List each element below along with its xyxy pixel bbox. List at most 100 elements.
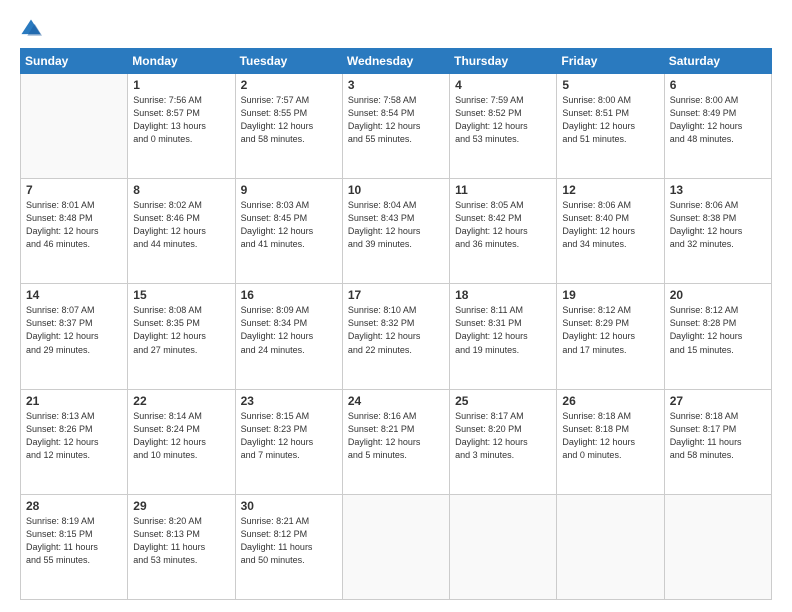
day-info: Sunrise: 8:00 AMSunset: 8:51 PMDaylight:…	[562, 94, 658, 146]
calendar-cell: 14Sunrise: 8:07 AMSunset: 8:37 PMDayligh…	[21, 284, 128, 389]
day-number: 20	[670, 288, 766, 302]
day-info: Sunrise: 8:08 AMSunset: 8:35 PMDaylight:…	[133, 304, 229, 356]
calendar-week-5: 28 Sunrise: 8:19 AMSunset: 8:15 PMDayligh…	[21, 494, 772, 599]
day-number: 6	[670, 78, 766, 92]
day-number: 19	[562, 288, 658, 302]
day-info: Sunrise: 8:18 AMSunset: 8:17 PMDaylight:…	[670, 410, 766, 462]
day-number: 10	[348, 183, 444, 197]
calendar-cell: 12Sunrise: 8:06 AMSunset: 8:40 PMDayligh…	[557, 179, 664, 284]
calendar-cell	[557, 494, 664, 599]
day-info: Sunrise: 8:12 AMSunset: 8:28 PMDaylight:…	[670, 304, 766, 356]
calendar-cell: 25 Sunrise: 8:17 AMSunset: 8:20 PMDayligh…	[450, 389, 557, 494]
day-info: Sunrise: 8:19 AMSunset: 8:15 PMDaylight:…	[26, 515, 122, 567]
weekday-header-thursday: Thursday	[450, 49, 557, 74]
day-number: 15	[133, 288, 229, 302]
day-number: 5	[562, 78, 658, 92]
day-info: Sunrise: 8:02 AMSunset: 8:46 PMDaylight:…	[133, 199, 229, 251]
calendar-cell: 1 Sunrise: 7:56 AMSunset: 8:57 PMDaylight…	[128, 74, 235, 179]
day-info: Sunrise: 8:04 AMSunset: 8:43 PMDaylight:…	[348, 199, 444, 251]
day-number: 3	[348, 78, 444, 92]
day-number: 26	[562, 394, 658, 408]
day-number: 12	[562, 183, 658, 197]
day-number: 30	[241, 499, 337, 513]
calendar-cell: 24 Sunrise: 8:16 AMSunset: 8:21 PMDayligh…	[342, 389, 449, 494]
calendar-table: SundayMondayTuesdayWednesdayThursdayFrid…	[20, 48, 772, 600]
day-number: 13	[670, 183, 766, 197]
day-info: Sunrise: 8:21 AMSunset: 8:12 PMDaylight:…	[241, 515, 337, 567]
day-number: 28	[26, 499, 122, 513]
calendar-cell: 19 Sunrise: 8:12 AMSunset: 8:29 PMDayligh…	[557, 284, 664, 389]
day-info: Sunrise: 7:59 AMSunset: 8:52 PMDaylight:…	[455, 94, 551, 146]
weekday-header-monday: Monday	[128, 49, 235, 74]
day-info: Sunrise: 8:12 AMSunset: 8:29 PMDaylight:…	[562, 304, 658, 356]
calendar-cell: 30 Sunrise: 8:21 AMSunset: 8:12 PMDayligh…	[235, 494, 342, 599]
calendar-cell	[342, 494, 449, 599]
weekday-header-wednesday: Wednesday	[342, 49, 449, 74]
day-number: 11	[455, 183, 551, 197]
day-number: 25	[455, 394, 551, 408]
day-number: 4	[455, 78, 551, 92]
day-number: 18	[455, 288, 551, 302]
day-number: 22	[133, 394, 229, 408]
calendar-cell: 22 Sunrise: 8:14 AMSunset: 8:24 PMDayligh…	[128, 389, 235, 494]
day-number: 2	[241, 78, 337, 92]
weekday-header-friday: Friday	[557, 49, 664, 74]
calendar-cell: 3 Sunrise: 7:58 AMSunset: 8:54 PMDaylight…	[342, 74, 449, 179]
calendar-cell: 5 Sunrise: 8:00 AMSunset: 8:51 PMDaylight…	[557, 74, 664, 179]
day-number: 17	[348, 288, 444, 302]
calendar-cell: 13 Sunrise: 8:06 AMSunset: 8:38 PMDayligh…	[664, 179, 771, 284]
day-info: Sunrise: 8:17 AMSunset: 8:20 PMDaylight:…	[455, 410, 551, 462]
day-number: 14	[26, 288, 122, 302]
calendar-cell: 18Sunrise: 8:11 AMSunset: 8:31 PMDayligh…	[450, 284, 557, 389]
calendar-cell: 10 Sunrise: 8:04 AMSunset: 8:43 PMDayligh…	[342, 179, 449, 284]
day-info: Sunrise: 7:58 AMSunset: 8:54 PMDaylight:…	[348, 94, 444, 146]
calendar-cell: 11 Sunrise: 8:05 AMSunset: 8:42 PMDayligh…	[450, 179, 557, 284]
calendar-week-1: 1 Sunrise: 7:56 AMSunset: 8:57 PMDaylight…	[21, 74, 772, 179]
calendar-week-2: 7Sunrise: 8:01 AMSunset: 8:48 PMDaylight…	[21, 179, 772, 284]
calendar-cell: 8 Sunrise: 8:02 AMSunset: 8:46 PMDaylight…	[128, 179, 235, 284]
day-info: Sunrise: 8:14 AMSunset: 8:24 PMDaylight:…	[133, 410, 229, 462]
day-info: Sunrise: 8:06 AMSunset: 8:38 PMDaylight:…	[670, 199, 766, 251]
day-info: Sunrise: 8:16 AMSunset: 8:21 PMDaylight:…	[348, 410, 444, 462]
header	[20, 18, 772, 40]
weekday-header-saturday: Saturday	[664, 49, 771, 74]
calendar-cell	[21, 74, 128, 179]
calendar-cell: 15 Sunrise: 8:08 AMSunset: 8:35 PMDayligh…	[128, 284, 235, 389]
day-info: Sunrise: 8:00 AMSunset: 8:49 PMDaylight:…	[670, 94, 766, 146]
logo-icon	[20, 18, 42, 40]
calendar-cell	[664, 494, 771, 599]
weekday-header-tuesday: Tuesday	[235, 49, 342, 74]
calendar-week-3: 14Sunrise: 8:07 AMSunset: 8:37 PMDayligh…	[21, 284, 772, 389]
calendar-cell: 27 Sunrise: 8:18 AMSunset: 8:17 PMDayligh…	[664, 389, 771, 494]
weekday-header-row: SundayMondayTuesdayWednesdayThursdayFrid…	[21, 49, 772, 74]
day-number: 1	[133, 78, 229, 92]
calendar-cell: 7Sunrise: 8:01 AMSunset: 8:48 PMDaylight…	[21, 179, 128, 284]
calendar-cell: 4 Sunrise: 7:59 AMSunset: 8:52 PMDaylight…	[450, 74, 557, 179]
day-info: Sunrise: 8:15 AMSunset: 8:23 PMDaylight:…	[241, 410, 337, 462]
day-info: Sunrise: 8:18 AMSunset: 8:18 PMDaylight:…	[562, 410, 658, 462]
day-info: Sunrise: 8:20 AMSunset: 8:13 PMDaylight:…	[133, 515, 229, 567]
day-number: 21	[26, 394, 122, 408]
calendar-cell: 6 Sunrise: 8:00 AMSunset: 8:49 PMDaylight…	[664, 74, 771, 179]
day-number: 27	[670, 394, 766, 408]
day-number: 8	[133, 183, 229, 197]
day-number: 24	[348, 394, 444, 408]
day-number: 16	[241, 288, 337, 302]
day-number: 23	[241, 394, 337, 408]
calendar-cell: 23 Sunrise: 8:15 AMSunset: 8:23 PMDayligh…	[235, 389, 342, 494]
day-info: Sunrise: 8:05 AMSunset: 8:42 PMDaylight:…	[455, 199, 551, 251]
calendar-cell: 17Sunrise: 8:10 AMSunset: 8:32 PMDayligh…	[342, 284, 449, 389]
day-info: Sunrise: 8:13 AMSunset: 8:26 PMDaylight:…	[26, 410, 122, 462]
calendar-cell: 29 Sunrise: 8:20 AMSunset: 8:13 PMDayligh…	[128, 494, 235, 599]
calendar-week-4: 21 Sunrise: 8:13 AMSunset: 8:26 PMDayligh…	[21, 389, 772, 494]
day-info: Sunrise: 8:03 AMSunset: 8:45 PMDaylight:…	[241, 199, 337, 251]
calendar-cell: 26 Sunrise: 8:18 AMSunset: 8:18 PMDayligh…	[557, 389, 664, 494]
calendar-cell: 16 Sunrise: 8:09 AMSunset: 8:34 PMDayligh…	[235, 284, 342, 389]
day-info: Sunrise: 7:57 AMSunset: 8:55 PMDaylight:…	[241, 94, 337, 146]
calendar-cell: 2 Sunrise: 7:57 AMSunset: 8:55 PMDaylight…	[235, 74, 342, 179]
calendar-cell	[450, 494, 557, 599]
day-info: Sunrise: 8:09 AMSunset: 8:34 PMDaylight:…	[241, 304, 337, 356]
day-number: 9	[241, 183, 337, 197]
day-info: Sunrise: 7:56 AMSunset: 8:57 PMDaylight:…	[133, 94, 229, 146]
day-number: 29	[133, 499, 229, 513]
